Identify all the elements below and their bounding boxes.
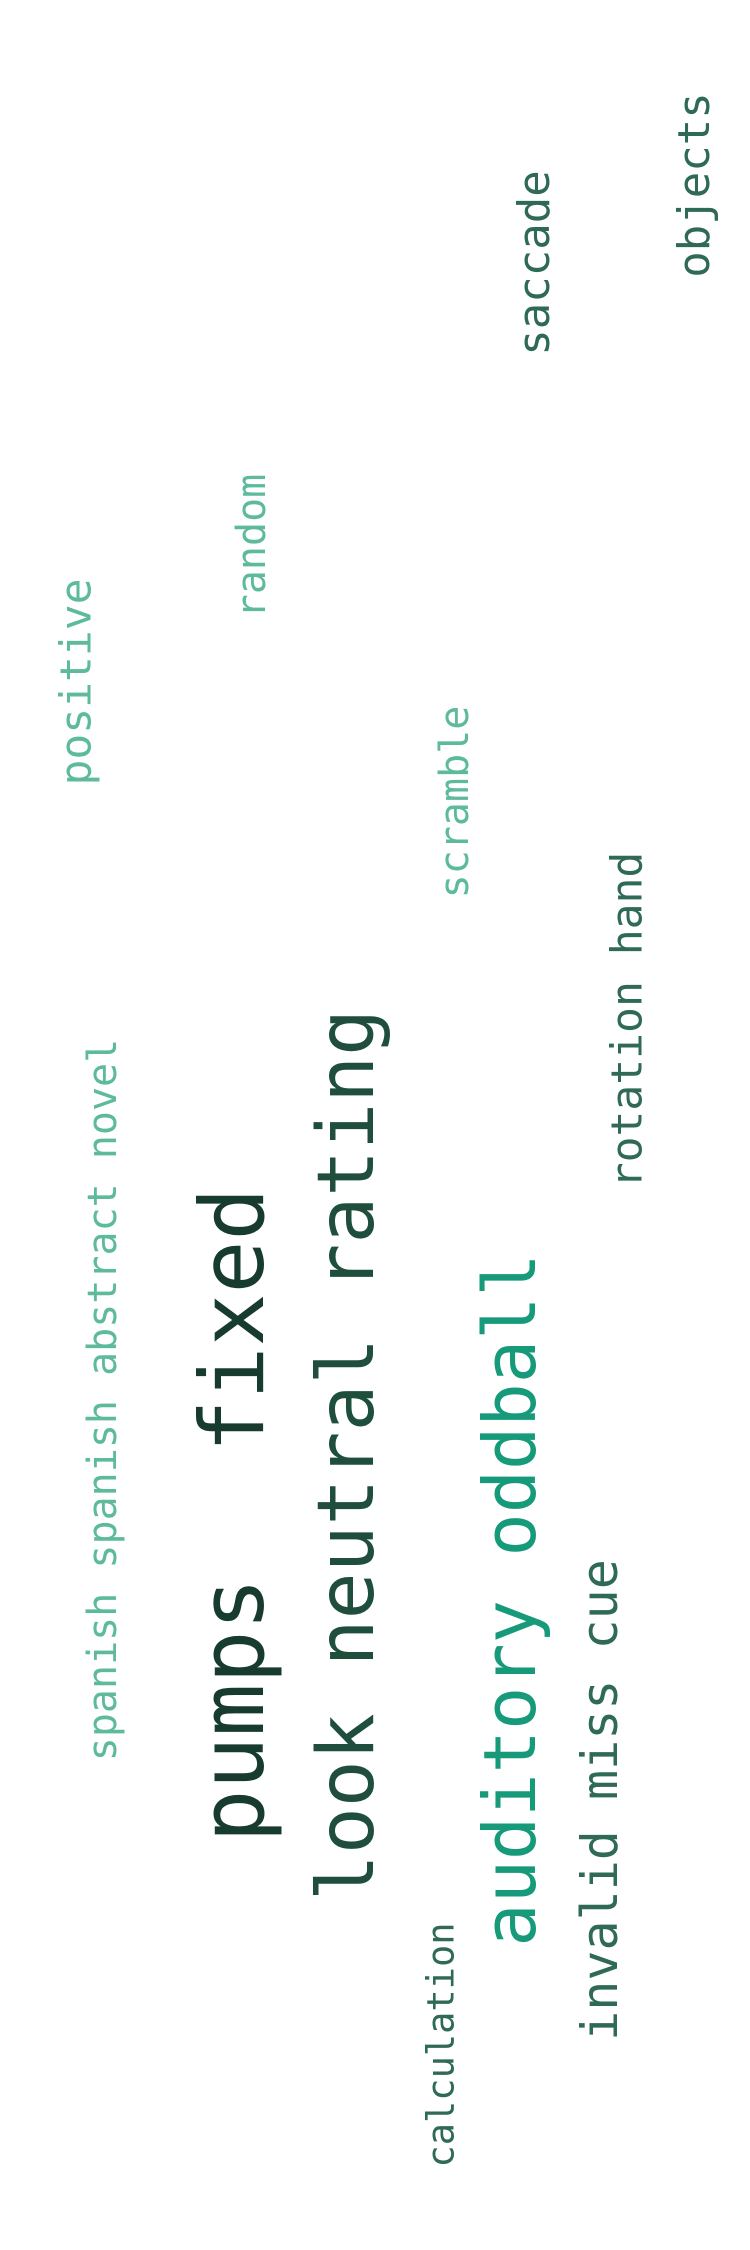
word-objects: objects: [669, 92, 720, 278]
word-rotation-hand: rotation hand: [602, 851, 653, 1189]
word-saccade: saccade: [509, 170, 560, 356]
word-pumps: pumps: [181, 1577, 284, 1843]
word-positive: positive: [51, 578, 102, 786]
word-spanish-spanish-abstract-novel: spanish spanish abstract novel: [80, 1038, 126, 1762]
word-random: random: [229, 473, 275, 619]
word-scramble: scramble: [432, 705, 478, 899]
word-auditory-oddball: auditory oddball: [468, 1253, 552, 1947]
word-invalid-miss-cue: invalid miss cue: [571, 1559, 629, 2041]
word-fixed: fixed: [181, 1187, 284, 1453]
word-calculation: calculation: [419, 1922, 463, 2168]
word-look-neutral-rating: look neutral rating: [302, 1008, 392, 1902]
word-cloud: pumps fixed look neutral rating auditory…: [0, 0, 750, 2250]
